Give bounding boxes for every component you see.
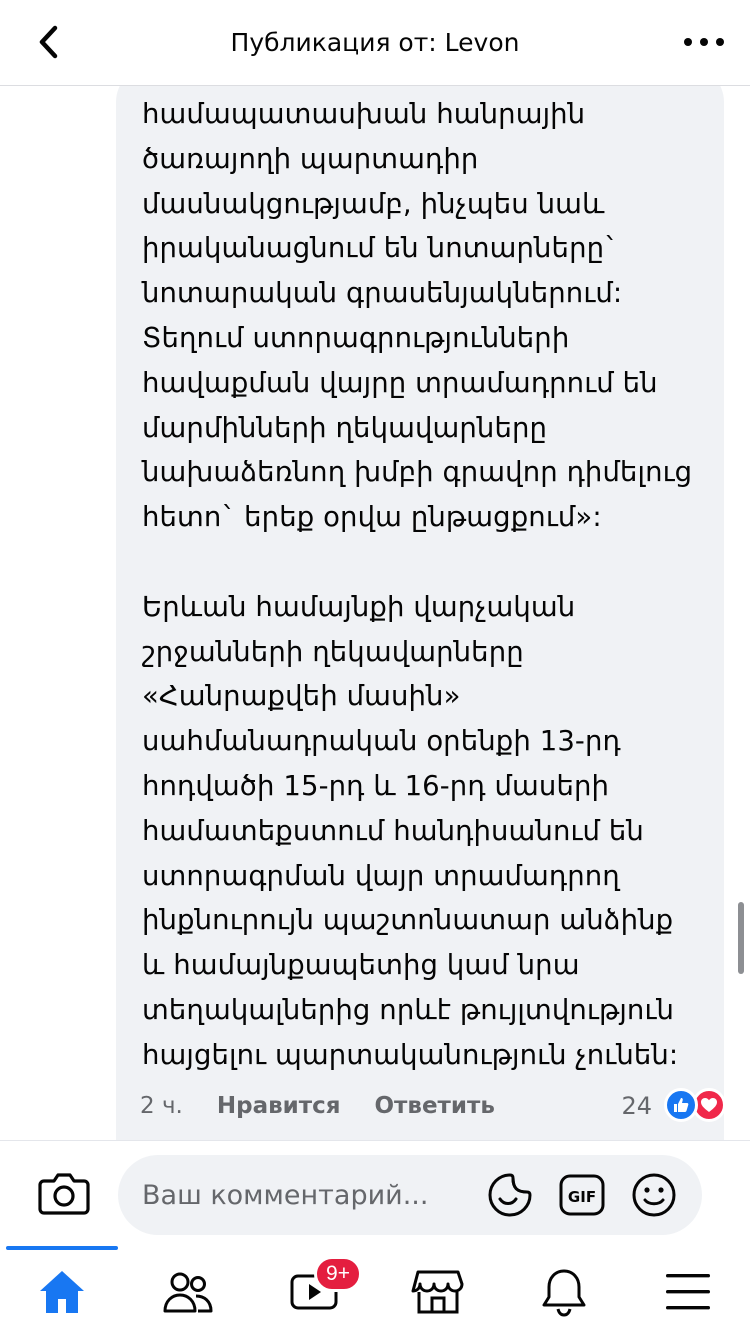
comment-thread: համապատասխան հանրային ծառայողի պարտադիր …: [0, 86, 750, 1140]
gif-icon[interactable]: GIF: [558, 1171, 606, 1219]
sticker-icon[interactable]: [486, 1171, 534, 1219]
reaction-count[interactable]: 24: [621, 1092, 652, 1120]
reactions-summary[interactable]: [664, 1086, 728, 1126]
page-title: Публикация от: Levon: [230, 28, 520, 57]
tab-marketplace[interactable]: [408, 1264, 468, 1320]
home-icon: [40, 1271, 84, 1313]
video-notification-badge: 9+: [314, 1256, 362, 1292]
comment-composer: Ваш комментарий... GIF: [0, 1140, 750, 1246]
bell-icon: [542, 1269, 586, 1317]
more-options-icon[interactable]: [684, 24, 724, 60]
marketplace-icon: [411, 1270, 464, 1314]
back-chevron-icon[interactable]: [30, 22, 70, 62]
menu-icon: [666, 1274, 710, 1310]
friends-icon: [163, 1272, 213, 1313]
camera-icon[interactable]: [38, 1171, 90, 1217]
tab-notifications[interactable]: [534, 1264, 594, 1320]
tab-home[interactable]: [32, 1264, 92, 1320]
tab-friends[interactable]: [158, 1264, 218, 1320]
svg-text:GIF: GIF: [568, 1188, 596, 1206]
tab-menu[interactable]: [658, 1264, 718, 1320]
bottom-tab-bar: [0, 1246, 750, 1334]
emoji-icon[interactable]: [630, 1171, 678, 1219]
top-bar: Публикация от: Levon: [0, 0, 750, 86]
comment-input[interactable]: Ваш комментарий... GIF: [118, 1155, 702, 1235]
comment-actions: 2 ч. Нравится Ответить 24: [140, 1086, 740, 1126]
comment-text: համապատասխան հանրային ծառայողի պարտադիր …: [142, 98, 693, 1071]
like-button[interactable]: Нравится: [217, 1093, 341, 1119]
active-tab-indicator: [6, 1246, 118, 1250]
comment-input-placeholder: Ваш комментарий...: [142, 1179, 429, 1211]
comment-bubble[interactable]: համապատասխան հանրային ծառայողի պարտադիր …: [116, 86, 724, 1140]
comment-timestamp: 2 ч.: [140, 1093, 183, 1119]
reply-button[interactable]: Ответить: [375, 1093, 495, 1119]
like-reaction-icon: [664, 1088, 698, 1122]
scrollbar[interactable]: [738, 902, 744, 974]
